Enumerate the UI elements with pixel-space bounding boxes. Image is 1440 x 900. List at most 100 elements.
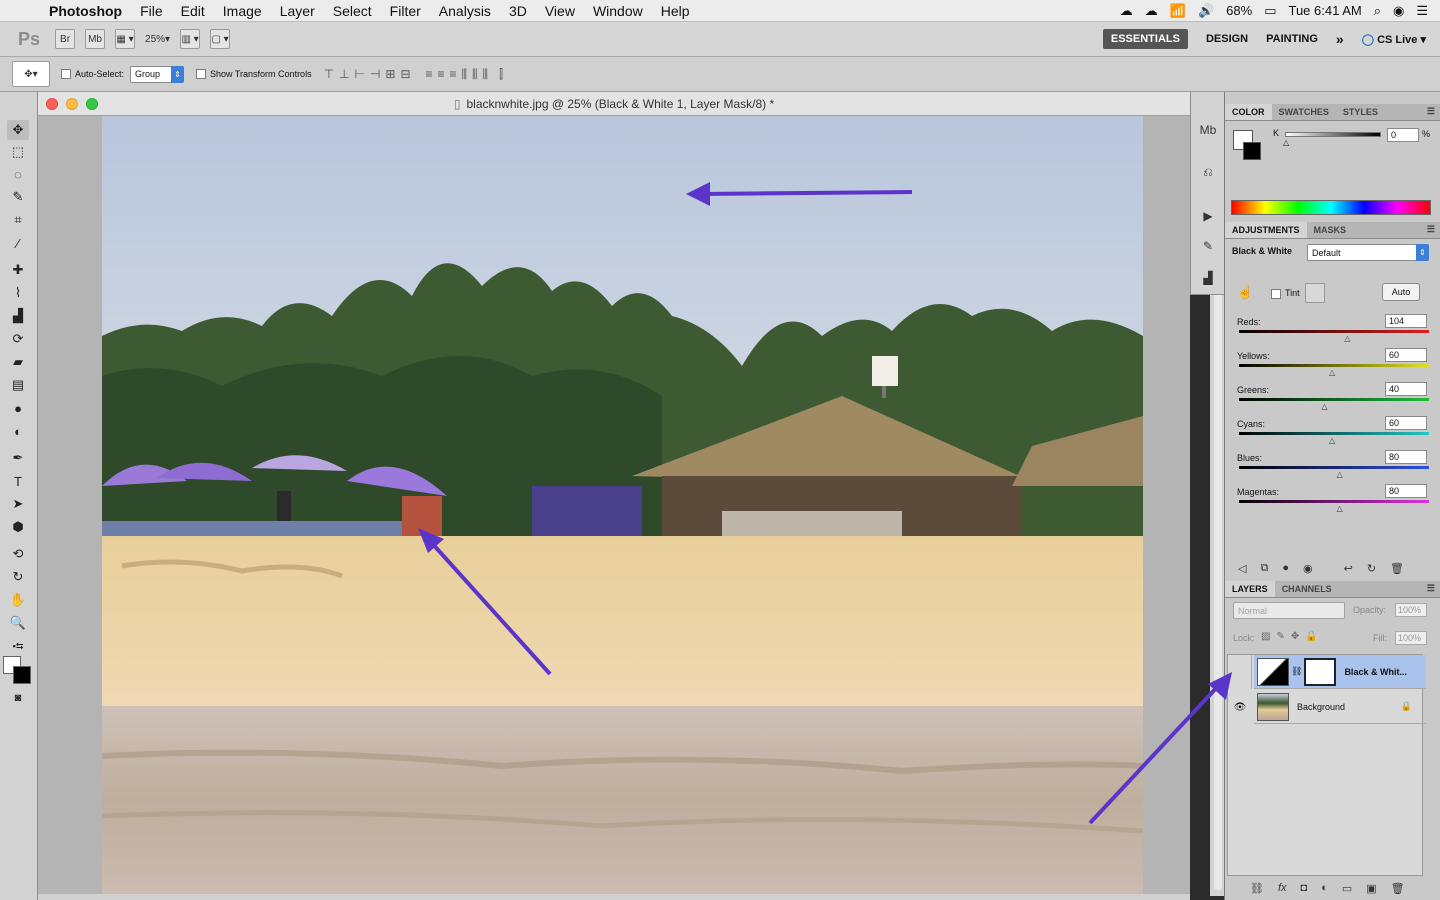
zoom-level-select[interactable]: 25% ▾ [145, 29, 170, 49]
battery-percent[interactable]: 68% [1226, 3, 1252, 18]
eraser-tool-icon[interactable]: ▰ [7, 352, 29, 372]
marquee-tool-icon[interactable]: ⬚ [7, 142, 29, 162]
targeted-adjustment-icon[interactable]: ☝ [1237, 284, 1253, 300]
layers-panel-menu-icon[interactable]: ☰ [1421, 581, 1440, 597]
mini-bridge-panel-icon[interactable]: Mb [1198, 120, 1218, 140]
menu-image[interactable]: Image [214, 0, 271, 22]
dodge-tool-icon[interactable]: ◐ [7, 421, 29, 441]
hand-tool-icon[interactable]: ✋ [7, 590, 29, 610]
view-extras-button[interactable]: ▦ ▾ [115, 29, 136, 49]
shape-tool-icon[interactable]: ⬢ [7, 517, 29, 537]
tint-color-swatch[interactable] [1305, 283, 1325, 303]
path-selection-tool-icon[interactable]: ➤ [7, 494, 29, 514]
type-tool-icon[interactable]: T [7, 471, 29, 491]
quick-mask-icon[interactable]: ◙ [7, 688, 29, 708]
color-background-swatch[interactable] [1243, 142, 1261, 160]
lasso-tool-icon[interactable]: ◌ [7, 164, 29, 184]
cs-live-button[interactable]: ◯ CS Live ▾ [1362, 33, 1426, 46]
layer-row-background[interactable]: Background 🔒 [1254, 690, 1426, 724]
menu-filter[interactable]: Filter [381, 0, 430, 22]
slider-value-field[interactable]: 60 [1385, 416, 1427, 430]
layer-style-fx-icon[interactable]: fx [1278, 882, 1287, 894]
actions-panel-icon[interactable]: ▶ [1198, 206, 1218, 226]
cloud-app-icon[interactable]: ☁ [1145, 3, 1158, 19]
gradient-tool-icon[interactable]: ▤ [7, 375, 29, 395]
clip-to-layer-icon[interactable]: ● [1282, 562, 1289, 574]
fill-field[interactable]: 100% [1395, 631, 1427, 645]
k-value-field[interactable]: 0 [1387, 128, 1419, 142]
close-window-button[interactable] [46, 98, 58, 110]
slider-track[interactable] [1239, 330, 1429, 333]
menu-layer[interactable]: Layer [271, 0, 324, 22]
menu-select[interactable]: Select [324, 0, 381, 22]
tool-preset-picker[interactable]: ✥▾ [12, 61, 50, 87]
canvas-image[interactable] [102, 116, 1143, 896]
more-workspaces-button[interactable]: » [1336, 31, 1344, 47]
menu-app-name[interactable]: Photoshop [40, 0, 131, 22]
auto-select-dropdown[interactable]: Group ⇕ [130, 65, 185, 83]
history-panel-icon[interactable]: ⎌ [1198, 162, 1218, 182]
workspace-design[interactable]: DESIGN [1206, 33, 1248, 45]
mini-bridge-button[interactable]: Mb [85, 29, 106, 49]
slider-value-field[interactable]: 80 [1385, 450, 1427, 464]
expand-view-icon[interactable]: ⧉ [1260, 562, 1268, 575]
slider-track[interactable] [1239, 398, 1429, 401]
opacity-field[interactable]: 100% [1395, 603, 1427, 617]
add-mask-icon[interactable]: ◘ [1301, 882, 1308, 894]
color-spectrum-ramp[interactable] [1231, 200, 1431, 215]
menu-edit[interactable]: Edit [172, 0, 214, 22]
menu-help[interactable]: Help [652, 0, 699, 22]
siri-icon[interactable]: ◉ [1393, 3, 1404, 19]
menu-window[interactable]: Window [584, 0, 652, 22]
minimize-window-button[interactable] [66, 98, 78, 110]
blend-mode-dropdown[interactable]: Normal [1233, 602, 1345, 619]
slider-value-field[interactable]: 104 [1385, 314, 1427, 328]
slider-track[interactable] [1239, 432, 1429, 435]
menu-3d[interactable]: 3D [500, 0, 536, 22]
link-layers-icon[interactable]: ⛓ [1250, 882, 1264, 895]
menu-view[interactable]: View [536, 0, 584, 22]
brush-presets-panel-icon[interactable]: ✎ [1198, 236, 1218, 256]
workspace-painting[interactable]: PAINTING [1266, 33, 1318, 45]
clock[interactable]: Tue 6:41 AM [1288, 3, 1361, 18]
move-tool-icon[interactable]: ✥ [7, 120, 29, 140]
slider-thumb[interactable]: △ [1321, 402, 1327, 411]
tab-styles[interactable]: STYLES [1336, 104, 1385, 120]
arrange-documents-button[interactable]: ▥ ▾ [180, 29, 201, 49]
history-brush-tool-icon[interactable]: ⟳ [7, 329, 29, 349]
brush-tool-icon[interactable]: ⌇ [7, 283, 29, 303]
pen-tool-icon[interactable]: ✒ [7, 448, 29, 468]
healing-brush-tool-icon[interactable]: ✚ [7, 260, 29, 280]
lock-buttons[interactable]: ▨✎✥🔒 [1261, 631, 1324, 642]
default-colors-icon[interactable]: ▪⇆ [7, 636, 29, 656]
show-transform-controls-checkbox[interactable]: Show Transform Controls [196, 69, 312, 80]
delete-adjustment-icon[interactable]: 🗑 [1390, 562, 1404, 575]
3d-orbit-tool-icon[interactable]: ↻ [7, 567, 29, 587]
new-group-icon[interactable]: ▭ [1342, 882, 1352, 895]
clone-source-panel-icon[interactable]: ▟ [1198, 268, 1218, 288]
k-slider-thumb[interactable]: △ [1283, 138, 1289, 147]
auto-select-checkbox[interactable]: Auto-Select: [61, 69, 124, 80]
adjustments-panel-menu-icon[interactable]: ☰ [1421, 222, 1440, 238]
workspace-essentials[interactable]: ESSENTIALS [1102, 29, 1188, 49]
slider-value-field[interactable]: 80 [1385, 484, 1427, 498]
volume-icon[interactable]: 🔊 [1198, 3, 1214, 19]
background-color-swatch[interactable] [13, 666, 31, 684]
auto-align-layers-button[interactable]: ⫿ [499, 67, 503, 82]
3d-rotate-tool-icon[interactable]: ⟲ [7, 544, 29, 564]
preset-dropdown[interactable]: Default ⇕ [1307, 244, 1429, 261]
k-slider[interactable] [1285, 132, 1381, 137]
zoom-tool-icon[interactable]: 🔍 [7, 613, 29, 633]
tab-color[interactable]: COLOR [1225, 104, 1272, 120]
battery-icon[interactable]: ▭ [1264, 3, 1276, 19]
bridge-button[interactable]: Br [55, 29, 76, 49]
menu-analysis[interactable]: Analysis [430, 0, 500, 22]
tab-layers[interactable]: LAYERS [1225, 581, 1275, 597]
view-previous-state-icon[interactable]: ↩ [1344, 562, 1353, 575]
reset-icon[interactable]: ↻ [1367, 562, 1376, 575]
quick-selection-tool-icon[interactable]: ✎ [7, 187, 29, 207]
eyedropper-tool-icon[interactable]: ⁄ [7, 233, 29, 253]
layer-row-black-white[interactable]: ⛓ Black & Whit... [1254, 655, 1426, 689]
wifi-icon[interactable]: 📶 [1170, 3, 1186, 19]
tab-swatches[interactable]: SWATCHES [1272, 104, 1336, 120]
